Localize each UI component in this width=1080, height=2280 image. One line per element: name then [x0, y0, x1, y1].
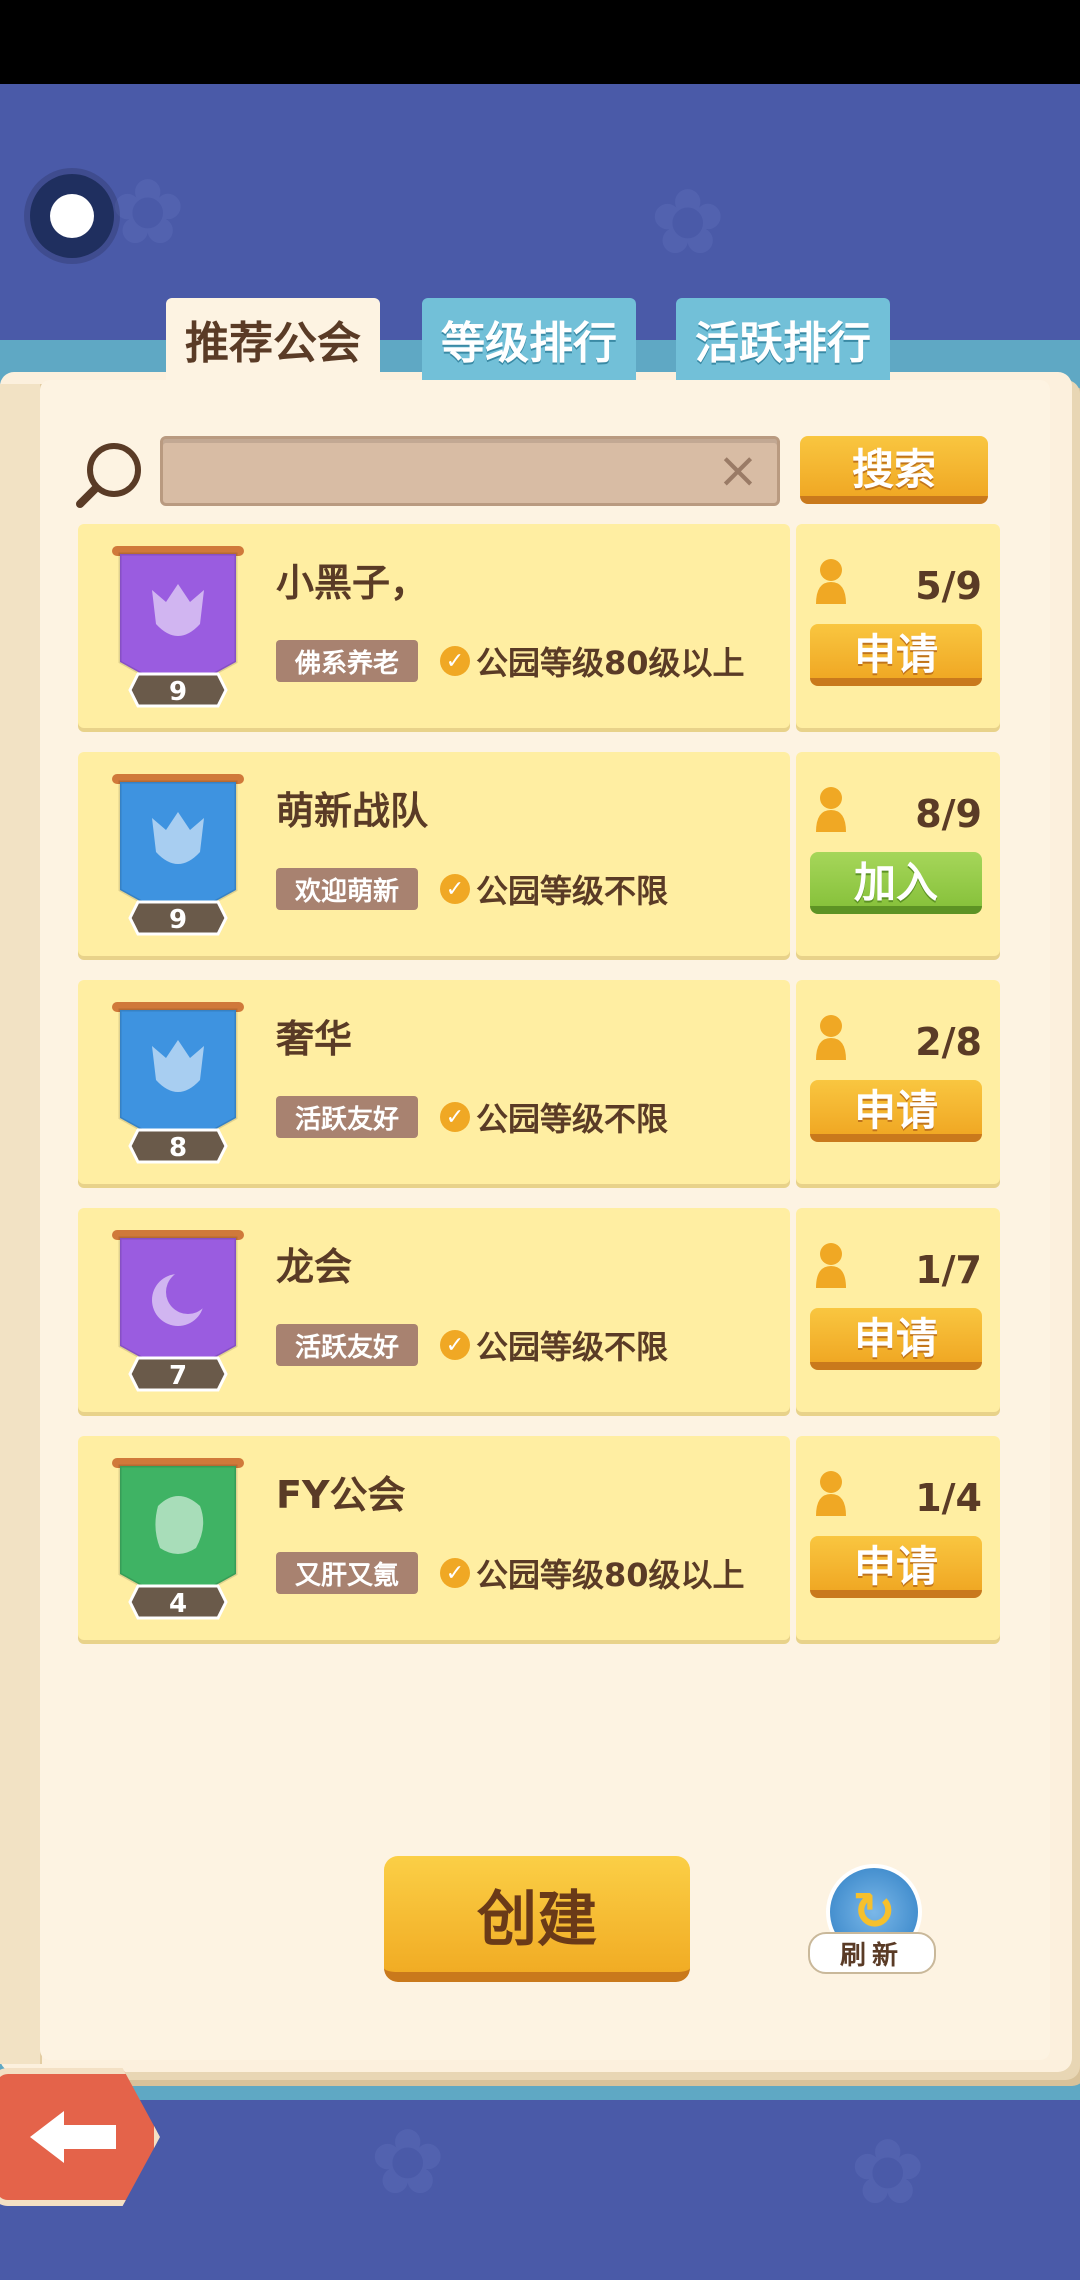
guild-name: 奢华 — [276, 1017, 353, 1061]
requirement-text: 公园等级不限 — [476, 1328, 669, 1366]
book-spine — [0, 384, 42, 2064]
requirement-text: 公园等级80级以上 — [476, 644, 745, 682]
member-count: 5/9 — [915, 564, 982, 608]
member-count: 1/7 — [915, 1248, 982, 1292]
guild-action-panel: 1/7 申请 — [796, 1208, 1000, 1412]
member-count: 1/4 — [915, 1476, 982, 1520]
guild-info-panel[interactable]: 4 FY公会 又肝又氪 ✓ 公园等级80级以上 — [78, 1436, 790, 1640]
guild-tag: 活跃友好 — [276, 1096, 418, 1138]
guild-info-panel[interactable]: 8 奢华 活跃友好 ✓ 公园等级不限 — [78, 980, 790, 1184]
guild-tag: 欢迎萌新 — [276, 868, 418, 910]
guild-banner-icon: 4 — [112, 1458, 244, 1620]
guild-level: 8 — [169, 1133, 187, 1163]
guild-banner-icon: 8 — [112, 1002, 244, 1164]
floating-assist-button[interactable] — [30, 174, 114, 258]
guild-level: 9 — [169, 677, 187, 707]
guild-name: 小黑子， — [276, 561, 429, 605]
guild-action-panel: 1/4 申请 — [796, 1436, 1000, 1640]
guild-requirement: ✓ 公园等级不限 — [440, 1324, 668, 1366]
paw-decoration-icon: ✿ — [370, 2110, 446, 2215]
guild-row[interactable]: 8 奢华 活跃友好 ✓ 公园等级不限 2/8 申请 — [78, 980, 1000, 1184]
guild-banner-icon: 9 — [112, 774, 244, 936]
search-button[interactable]: 搜索 — [800, 436, 988, 504]
requirement-text: 公园等级不限 — [476, 872, 669, 910]
guild-row[interactable]: 7 龙会 活跃友好 ✓ 公园等级不限 1/7 申请 — [78, 1208, 1000, 1412]
guild-row[interactable]: 9 萌新战队 欢迎萌新 ✓ 公园等级不限 8/9 加入 — [78, 752, 1000, 956]
member-icon — [816, 1015, 846, 1060]
back-arrow-icon — [30, 2111, 116, 2163]
refresh-label: 刷新 — [808, 1932, 936, 1974]
guild-action-panel: 5/9 申请 — [796, 524, 1000, 728]
apply-button[interactable]: 申请 — [810, 1080, 982, 1142]
guild-requirement: ✓ 公园等级80级以上 — [440, 640, 745, 682]
member-icon — [816, 559, 846, 604]
member-icon — [816, 787, 846, 832]
check-icon: ✓ — [440, 646, 470, 676]
search-icon — [76, 443, 141, 508]
guild-level: 7 — [169, 1361, 187, 1391]
paw-decoration-icon: ✿ — [850, 2120, 926, 2225]
guild-level: 9 — [169, 905, 187, 935]
guild-name: FY公会 — [276, 1473, 406, 1517]
member-icon — [816, 1243, 846, 1288]
refresh-button[interactable]: ↻ 刷新 — [808, 1864, 936, 1976]
guild-tag: 佛系养老 — [276, 640, 418, 682]
member-count: 2/8 — [915, 1020, 982, 1064]
check-icon: ✓ — [440, 874, 470, 904]
check-icon: ✓ — [440, 1330, 470, 1360]
tab-activity-ranking[interactable]: 活跃排行 — [676, 298, 890, 380]
apply-button[interactable]: 申请 — [810, 1536, 982, 1598]
guild-requirement: ✓ 公园等级不限 — [440, 1096, 668, 1138]
guild-action-panel: 2/8 申请 — [796, 980, 1000, 1184]
member-count: 8/9 — [915, 792, 982, 836]
join-button[interactable]: 加入 — [810, 852, 982, 914]
guild-name: 萌新战队 — [276, 789, 429, 833]
guild-info-panel[interactable]: 9 小黑子， 佛系养老 ✓ 公园等级80级以上 — [78, 524, 790, 728]
guild-level: 4 — [169, 1589, 187, 1619]
paw-decoration-icon: ✿ — [110, 160, 186, 265]
check-icon: ✓ — [440, 1558, 470, 1588]
create-guild-button[interactable]: 创建 — [384, 1856, 690, 1982]
search-input[interactable]: × — [160, 436, 780, 506]
apply-button[interactable]: 申请 — [810, 624, 982, 686]
apply-button[interactable]: 申请 — [810, 1308, 982, 1370]
guild-tag: 又肝又氪 — [276, 1552, 418, 1594]
status-bar — [0, 0, 1080, 84]
check-icon: ✓ — [440, 1102, 470, 1132]
requirement-text: 公园等级80级以上 — [476, 1556, 745, 1594]
guild-row[interactable]: 9 小黑子， 佛系养老 ✓ 公园等级80级以上 5/9 申请 — [78, 524, 1000, 728]
paw-decoration-icon: ✿ — [650, 170, 726, 275]
guild-banner-icon: 9 — [112, 546, 244, 708]
guild-row[interactable]: 4 FY公会 又肝又氪 ✓ 公园等级80级以上 1/4 申请 — [78, 1436, 1000, 1640]
guild-requirement: ✓ 公园等级80级以上 — [440, 1552, 745, 1594]
requirement-text: 公园等级不限 — [476, 1100, 669, 1138]
guild-info-panel[interactable]: 9 萌新战队 欢迎萌新 ✓ 公园等级不限 — [78, 752, 790, 956]
tab-recommended-guilds[interactable]: 推荐公会 — [166, 298, 380, 380]
member-icon — [816, 1471, 846, 1516]
tab-level-ranking[interactable]: 等级排行 — [422, 298, 636, 380]
guild-name: 龙会 — [276, 1245, 353, 1289]
guild-info-panel[interactable]: 7 龙会 活跃友好 ✓ 公园等级不限 — [78, 1208, 790, 1412]
guild-action-panel: 8/9 加入 — [796, 752, 1000, 956]
guild-banner-icon: 7 — [112, 1230, 244, 1392]
close-icon[interactable]: × — [713, 445, 763, 495]
guild-requirement: ✓ 公园等级不限 — [440, 868, 668, 910]
guild-tag: 活跃友好 — [276, 1324, 418, 1366]
